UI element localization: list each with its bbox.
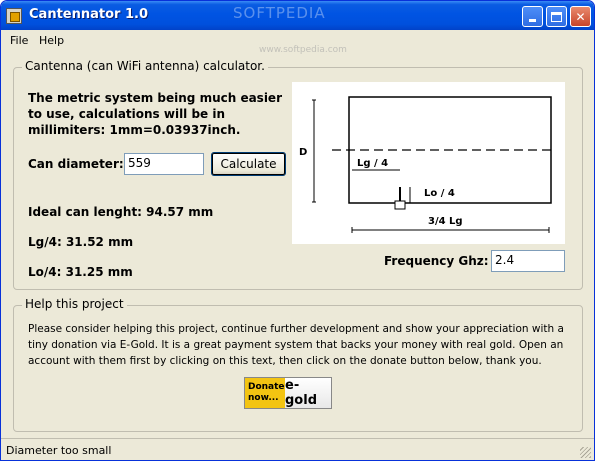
- title-bar[interactable]: Cantennator 1.0 SOFTPEDIA ✕: [1, 1, 594, 30]
- metric-note: The metric system being much easier to u…: [28, 91, 282, 137]
- diagram-lg34-label: 3/4 Lg: [428, 216, 463, 227]
- minimize-icon: [529, 19, 536, 22]
- help-project-text[interactable]: Please consider helping this project, co…: [28, 321, 568, 369]
- lo4-result: Lo/4: 31.25 mm: [28, 265, 133, 279]
- can-diameter-input[interactable]: 559: [124, 153, 204, 175]
- calculate-button[interactable]: Calculate: [211, 152, 286, 176]
- window-title: Cantennator 1.0: [29, 7, 148, 22]
- donate-label: Donate now...: [245, 378, 285, 408]
- app-icon[interactable]: [6, 8, 22, 24]
- donate-line1: Donate: [248, 382, 285, 392]
- ideal-length-result: Ideal can lenght: 94.57 mm: [28, 205, 214, 219]
- minimize-button[interactable]: [522, 6, 543, 27]
- menu-file[interactable]: File: [10, 34, 28, 47]
- lg4-result: Lg/4: 31.52 mm: [28, 235, 134, 249]
- watermark: SOFTPEDIA: [233, 4, 326, 22]
- egold-logo: e-gold: [285, 378, 331, 408]
- donate-line2: now...: [248, 393, 279, 403]
- maximize-icon: [551, 11, 562, 22]
- menu-bar: File Help: [1, 30, 594, 50]
- can-diameter-label: Can diameter:: [28, 157, 124, 171]
- help-project-group-label: Help this project: [22, 297, 127, 311]
- diagram-d-label: D: [299, 147, 307, 158]
- menu-help[interactable]: Help: [39, 34, 64, 47]
- diagram-drawing: D Lg / 4 Lo / 4 3/4 Lg: [299, 96, 554, 233]
- cantenna-diagram: D Lg / 4 Lo / 4 3/4 Lg: [292, 82, 565, 244]
- status-message: Diameter too small: [6, 444, 112, 457]
- probe-connector: [394, 200, 406, 210]
- status-bar: Diameter too small: [1, 438, 594, 460]
- frequency-label: Frequency Ghz:: [384, 254, 489, 268]
- close-icon: ✕: [575, 9, 586, 24]
- diagram-lo4-label: Lo / 4: [424, 188, 455, 199]
- resize-grip-icon[interactable]: [580, 447, 591, 458]
- calculator-group-label: Cantenna (can WiFi antenna) calculator.: [22, 59, 268, 73]
- close-button[interactable]: ✕: [570, 6, 591, 27]
- maximize-button[interactable]: [546, 6, 567, 27]
- diagram-lg4-label: Lg / 4: [357, 158, 388, 169]
- app-window: Cantennator 1.0 SOFTPEDIA ✕ www.softpedi…: [0, 0, 595, 461]
- donate-button[interactable]: Donate now... e-gold: [244, 377, 332, 409]
- frequency-input[interactable]: 2.4: [491, 250, 565, 272]
